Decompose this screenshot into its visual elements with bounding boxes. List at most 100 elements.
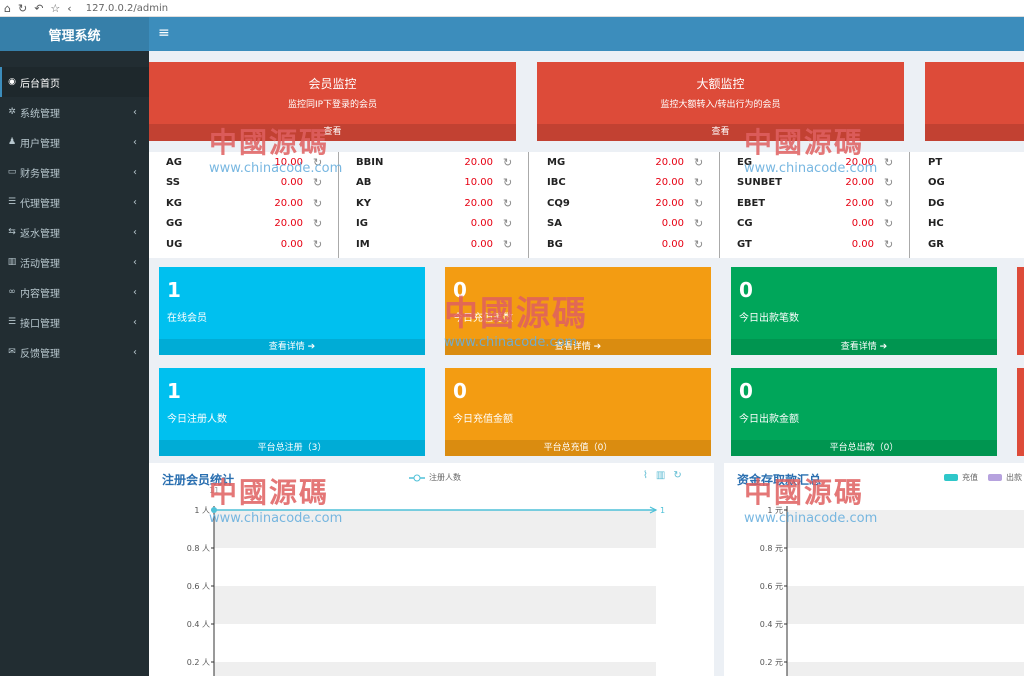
sidebar-item[interactable]: ▥ 活动管理 ‹ <box>0 247 149 277</box>
sidebar-item[interactable]: ▭ 财务管理 ‹ <box>0 157 149 187</box>
total-withdraw-link[interactable]: 平台总出款（0） <box>731 440 997 456</box>
refresh-icon[interactable]: ↻ <box>313 176 322 189</box>
address-bar[interactable]: 127.0.0.2/admin <box>86 3 168 14</box>
refresh-icon[interactable]: ↻ <box>884 217 893 230</box>
link-icon: ∞ <box>8 287 16 297</box>
star-icon[interactable]: ☆ <box>50 2 60 15</box>
total-registrations-link[interactable]: 平台总注册（3） <box>159 440 425 456</box>
platform-name: GG <box>166 218 183 230</box>
member-monitor-link[interactable]: 查看 <box>149 124 516 141</box>
platform-balance: 20.00 <box>655 177 684 189</box>
sidebar-item-label: 系统管理 <box>20 108 60 120</box>
sidebar-item[interactable]: ♟ 用户管理 ‹ <box>0 127 149 157</box>
platform-name: EG <box>737 156 753 168</box>
sidebar-item[interactable]: ✲ 系统管理 ‹ <box>0 97 149 127</box>
refresh-icon[interactable]: ↻ <box>694 217 703 230</box>
sidebar-item[interactable]: ✉ 反馈管理 ‹ <box>0 337 149 367</box>
platform-balance: 0.00 <box>661 218 684 230</box>
grid-band <box>214 662 656 676</box>
y-tick-label: 0.8 人 <box>187 544 210 553</box>
refresh-icon[interactable]: ↻ <box>884 156 893 169</box>
sidebar-item-label: 用户管理 <box>20 138 60 150</box>
fourth-card-row2 <box>1017 368 1024 456</box>
refresh-icon[interactable]: ↻ <box>313 217 322 230</box>
refresh-icon[interactable]: ↻ <box>503 217 512 230</box>
chevron-left-icon: ‹ <box>133 346 137 358</box>
sidebar: 管理系统 ◉ 后台首页 ✲ 系统管理 ‹ ♟ 用户管理 ‹ ▭ 财务管理 ‹ ☰ 代理管理 ‹ ⇆ 返水管理 ‹… <box>0 17 149 676</box>
today-registrations-count: 1 <box>167 379 181 403</box>
grid-band <box>787 510 1024 548</box>
refresh-icon[interactable]: ↻ <box>694 156 703 169</box>
grid-band <box>214 510 656 548</box>
chevron-left-icon: ‹ <box>133 196 137 208</box>
refresh-icon[interactable]: ↻ <box>694 238 703 251</box>
refresh-icon[interactable]: ↻ <box>884 176 893 189</box>
platform-name: AB <box>356 177 372 189</box>
funds-bar-chart: 1 元 0.8 元 0.6 元 0.4 元 0.2 元 <box>760 506 1024 676</box>
platform-name: GT <box>737 238 752 250</box>
refresh-icon[interactable]: ↻ <box>503 156 512 169</box>
refresh-icon[interactable]: ↻ <box>694 176 703 189</box>
back-icon[interactable]: ‹ <box>67 2 71 15</box>
sidebar-item[interactable]: ☰ 接口管理 ‹ <box>0 307 149 337</box>
platform-row: IM 0.00 ↻ <box>356 234 528 255</box>
refresh-icon[interactable]: ↻ <box>313 156 322 169</box>
menu-toggle-icon[interactable]: ≡ <box>158 25 170 41</box>
platform-name: IBC <box>547 177 566 189</box>
platform-balance: 20.00 <box>655 197 684 209</box>
large-amount-monitor-subtitle: 监控大额转入/转出行为的会员 <box>660 100 781 110</box>
platform-name: OG <box>928 177 945 189</box>
platform-column: AG 10.00 ↻ SS 0.00 ↻ KG 20.00 ↻ GG 20.00 ↻ UG 0.00 ↻ <box>166 152 339 258</box>
platform-balance: 20.00 <box>464 197 493 209</box>
sidebar-item[interactable]: ☰ 代理管理 ‹ <box>0 187 149 217</box>
today-registrations-card: 1 今日注册人数 平台总注册（3） <box>159 368 425 456</box>
y-tick-label: 0.6 元 <box>760 582 783 591</box>
home-icon[interactable]: ⌂ <box>4 2 11 15</box>
data-label: 1 <box>660 506 665 515</box>
today-deposit-details-link[interactable]: 查看详情 ➔ <box>445 339 711 355</box>
member-monitor-box: 会员监控 监控同IP下登录的会员 查看 <box>149 62 516 141</box>
platform-name: CQ9 <box>547 197 570 209</box>
platform-name: BG <box>547 238 563 250</box>
list-icon: ☰ <box>7 317 17 327</box>
sidebar-item[interactable]: ◉ 后台首页 <box>0 67 149 97</box>
refresh-icon[interactable]: ↻ <box>313 238 322 251</box>
y-tick-label: 1 元 <box>767 506 783 515</box>
platform-balance: 20.00 <box>845 156 874 168</box>
sidebar-item-label: 财务管理 <box>20 168 60 180</box>
total-deposit-link[interactable]: 平台总充值（0） <box>445 440 711 456</box>
third-monitor-link[interactable] <box>925 124 1024 141</box>
refresh-icon[interactable]: ↻ <box>503 197 512 210</box>
users-icon: ♟ <box>7 137 17 147</box>
platform-name: CG <box>737 218 753 230</box>
refresh-icon[interactable]: ↻ <box>313 197 322 210</box>
chevron-left-icon: ‹ <box>133 316 137 328</box>
platform-name: KY <box>356 197 371 209</box>
refresh-icon[interactable]: ↻ <box>884 197 893 210</box>
chevron-left-icon: ‹ <box>133 256 137 268</box>
sidebar-item-label: 反馈管理 <box>20 348 60 360</box>
platform-balance: 0.00 <box>851 238 874 250</box>
platform-row: DG <box>928 193 1024 214</box>
online-members-count: 1 <box>167 278 181 302</box>
platform-balance: 0.00 <box>851 218 874 230</box>
y-tick-label: 1 人 <box>194 506 210 515</box>
online-members-details-link[interactable]: 查看详情 ➔ <box>159 339 425 355</box>
comments-icon: ✉ <box>8 347 16 357</box>
gear-icon: ✲ <box>8 107 16 117</box>
platform-name: UG <box>166 238 183 250</box>
sidebar-item[interactable]: ⇆ 返水管理 ‹ <box>0 217 149 247</box>
platform-name: AG <box>166 156 182 168</box>
app-logo[interactable]: 管理系统 <box>0 17 149 51</box>
reload-icon[interactable]: ↻ <box>18 2 27 15</box>
today-withdraw-details-link[interactable]: 查看详情 ➔ <box>731 339 997 355</box>
refresh-icon[interactable]: ↻ <box>884 238 893 251</box>
undo-icon[interactable]: ↶ <box>34 2 43 15</box>
data-point <box>211 507 217 513</box>
funds-chart-panel: 资金存取款汇总 充值 出款 1 元 0.8 元 0.6 元 0.4 元 0.2 元 <box>724 463 1024 676</box>
refresh-icon[interactable]: ↻ <box>503 176 512 189</box>
sidebar-item[interactable]: ∞ 内容管理 ‹ <box>0 277 149 307</box>
refresh-icon[interactable]: ↻ <box>694 197 703 210</box>
large-amount-monitor-link[interactable]: 查看 <box>537 124 904 141</box>
refresh-icon[interactable]: ↻ <box>503 238 512 251</box>
